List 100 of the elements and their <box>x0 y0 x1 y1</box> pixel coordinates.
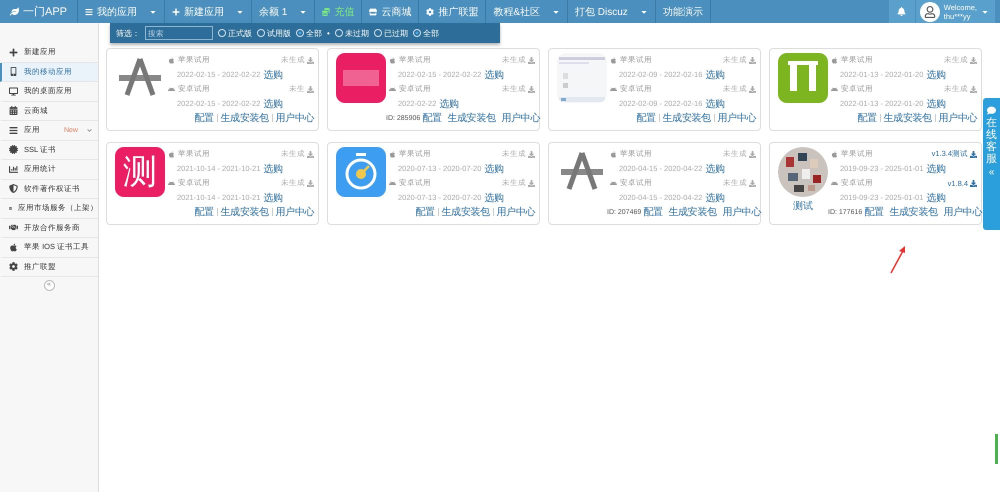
plus-icon <box>9 48 18 57</box>
android-icon <box>168 180 175 187</box>
action-link[interactable]: 生成安装包 <box>447 111 496 125</box>
action-link[interactable]: 配置 <box>864 205 884 219</box>
chat-icon <box>987 106 996 115</box>
download-icon[interactable] <box>970 150 977 158</box>
nav-item[interactable]: 功能演示 <box>656 0 711 23</box>
android-icon <box>389 180 396 187</box>
action-link[interactable]: 用户中心 <box>501 111 540 125</box>
download-icon[interactable] <box>970 86 977 93</box>
avatar-icon <box>924 6 936 18</box>
notification-button[interactable] <box>888 0 915 23</box>
gear-icon <box>426 8 434 16</box>
menu-icon <box>9 126 18 135</box>
action-link[interactable]: 用户中心 <box>276 205 314 219</box>
action-link[interactable]: 生成安装包 <box>662 111 711 125</box>
action-link[interactable]: 生成安装包 <box>889 205 938 219</box>
android-icon <box>168 86 175 93</box>
buy-link[interactable]: 选购 <box>705 190 725 205</box>
buy-link[interactable]: 选购 <box>484 162 504 176</box>
buy-link[interactable]: 选购 <box>705 96 725 111</box>
action-link[interactable]: 生成安装包 <box>884 111 932 125</box>
buy-link[interactable]: 选购 <box>926 190 946 205</box>
calendar-icon <box>9 106 18 116</box>
store-icon <box>369 8 378 16</box>
bell-icon <box>897 7 906 16</box>
bar-chart-icon <box>9 164 18 174</box>
action-link[interactable]: 用户中心 <box>722 205 761 219</box>
download-icon[interactable] <box>528 86 535 93</box>
apple-icon <box>831 150 838 158</box>
buy-link[interactable]: 选购 <box>484 190 504 205</box>
android-icon <box>831 86 838 93</box>
apple-icon <box>831 56 838 64</box>
download-icon[interactable] <box>749 180 756 187</box>
blurred-logo-icon <box>343 70 379 86</box>
download-icon[interactable] <box>528 150 535 158</box>
action-link[interactable]: 用户中心 <box>276 111 314 125</box>
action-link[interactable]: 配置 <box>415 205 435 219</box>
action-link[interactable]: 配置 <box>194 111 214 125</box>
menu-icon <box>85 8 93 16</box>
action-link[interactable]: 用户中心 <box>938 111 977 125</box>
action-link[interactable]: 用户中心 <box>943 205 982 219</box>
apple-icon <box>389 150 396 158</box>
apple-icon <box>389 56 396 64</box>
buy-link[interactable]: 选购 <box>705 162 725 176</box>
action-link[interactable]: 配置 <box>194 205 214 219</box>
download-icon[interactable] <box>749 150 756 158</box>
brand-name: 一门APP <box>23 4 68 19</box>
action-link[interactable]: 生成安装包 <box>220 111 269 125</box>
download-icon[interactable] <box>307 86 314 93</box>
buy-link[interactable]: 选购 <box>439 96 459 111</box>
buy-link[interactable]: 选购 <box>926 68 946 82</box>
download-icon[interactable] <box>749 56 756 64</box>
buy-link[interactable]: 选购 <box>705 68 725 82</box>
buy-link[interactable]: 选购 <box>484 68 504 82</box>
annotation-arrow <box>888 245 908 275</box>
app-name[interactable]: 测试 <box>793 199 813 213</box>
buy-link[interactable]: 选购 <box>926 96 946 111</box>
action-link[interactable]: 配置 <box>643 205 662 219</box>
action-link[interactable]: 用户中心 <box>496 205 535 219</box>
chevron-icon <box>87 128 92 133</box>
download-icon[interactable] <box>307 150 314 158</box>
filter-radio[interactable]: 正式版 <box>218 28 252 38</box>
separator-dot: • <box>327 28 330 38</box>
action-link[interactable]: 用户中心 <box>718 111 756 125</box>
action-link[interactable]: 生成安装包 <box>220 205 269 219</box>
apple-icon <box>168 150 175 158</box>
gear-icon <box>9 262 18 272</box>
action-link[interactable]: 生成安装包 <box>442 205 490 219</box>
download-icon[interactable] <box>528 180 535 187</box>
action-link[interactable]: 配置 <box>422 111 442 125</box>
shield-icon <box>9 184 18 194</box>
filter-radio[interactable]: 未过期 <box>334 28 369 38</box>
buy-link[interactable]: 选购 <box>263 68 283 82</box>
filter-radio[interactable]: 已过期 <box>374 28 408 38</box>
action-link[interactable]: 配置 <box>857 111 877 125</box>
support-tab[interactable]: 在线客服 « <box>983 98 1000 230</box>
download-icon[interactable] <box>307 56 314 64</box>
filter-radio[interactable]: 试用版 <box>257 28 291 38</box>
android-icon <box>389 86 396 93</box>
leaf-logo-icon <box>10 7 19 16</box>
download-icon[interactable] <box>970 180 977 187</box>
buy-link[interactable]: 选购 <box>926 162 946 176</box>
download-icon[interactable] <box>528 56 535 64</box>
filter-radio[interactable]: 全部 <box>412 28 439 38</box>
action-link[interactable]: 生成安装包 <box>668 205 716 219</box>
filter-label: 筛选： <box>116 28 140 38</box>
download-icon[interactable] <box>970 56 977 64</box>
apple-icon <box>610 56 617 64</box>
download-icon[interactable] <box>749 86 756 93</box>
apple-icon <box>168 56 175 64</box>
monitor-icon <box>9 86 18 96</box>
download-icon[interactable] <box>307 180 314 187</box>
buy-link[interactable]: 选购 <box>263 96 283 111</box>
nav-item[interactable]: 打包 Discuz <box>568 0 656 23</box>
action-link[interactable]: 配置 <box>636 111 656 125</box>
filter-radio[interactable]: 全部 <box>296 28 322 38</box>
buy-link[interactable]: 选购 <box>263 190 283 205</box>
buy-link[interactable]: 选购 <box>263 162 283 176</box>
apple-icon <box>9 242 18 252</box>
